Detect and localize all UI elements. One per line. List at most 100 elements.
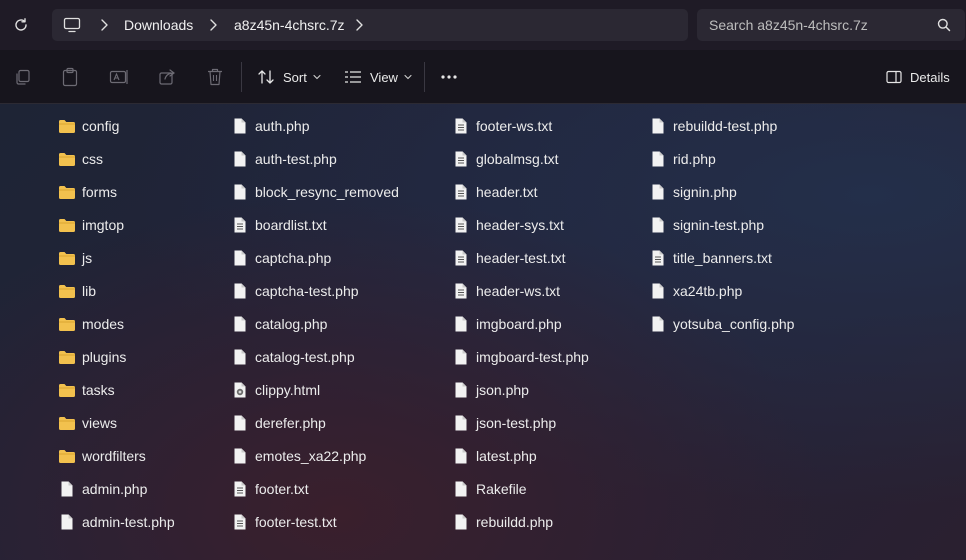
file-item[interactable]: Rakefile [452, 475, 527, 503]
file-item[interactable]: captcha-test.php [231, 277, 359, 305]
item-name: boardlist.txt [255, 217, 327, 233]
rename-button[interactable] [109, 66, 129, 88]
chevron-right-icon[interactable] [99, 18, 109, 32]
file-item[interactable]: header-sys.txt [452, 211, 564, 239]
folder-item[interactable]: modes [58, 310, 124, 338]
folder-item[interactable]: views [58, 409, 117, 437]
share-button[interactable] [158, 66, 176, 88]
navigation-bar: Downloads a8z45n-4chsrc.7z [0, 0, 966, 50]
text-file-icon [231, 480, 249, 498]
file-icon [649, 117, 667, 135]
file-item[interactable]: footer.txt [231, 475, 309, 503]
folder-item[interactable]: wordfilters [58, 442, 146, 470]
chevron-right-icon[interactable] [354, 18, 364, 32]
this-pc-icon[interactable] [63, 16, 81, 34]
file-icon [231, 150, 249, 168]
file-item[interactable]: admin-test.php [58, 508, 175, 536]
file-item[interactable]: captcha.php [231, 244, 331, 272]
item-name: json.php [476, 382, 529, 398]
file-icon [58, 513, 76, 531]
text-file-icon [452, 117, 470, 135]
file-item[interactable]: footer-ws.txt [452, 112, 552, 140]
file-item[interactable]: catalog-test.php [231, 343, 355, 371]
file-item[interactable]: emotes_xa22.php [231, 442, 366, 470]
folder-item[interactable]: forms [58, 178, 117, 206]
file-item[interactable]: rebuildd.php [452, 508, 553, 536]
sort-button[interactable]: Sort [257, 66, 321, 88]
refresh-button[interactable] [10, 14, 32, 36]
address-bar[interactable]: Downloads a8z45n-4chsrc.7z [52, 9, 688, 41]
file-item[interactable]: rid.php [649, 145, 716, 173]
view-button[interactable]: View [344, 66, 412, 88]
file-item[interactable]: rebuildd-test.php [649, 112, 777, 140]
item-name: globalmsg.txt [476, 151, 559, 167]
file-item[interactable]: imgboard-test.php [452, 343, 589, 371]
item-name: captcha.php [255, 250, 332, 266]
file-item[interactable]: imgboard.php [452, 310, 562, 338]
copy-button[interactable] [14, 66, 32, 88]
search-input[interactable] [709, 15, 924, 35]
file-item[interactable]: title_banners.txt [649, 244, 772, 272]
item-name: css [82, 151, 103, 167]
file-icon [649, 183, 667, 201]
folder-icon [58, 381, 76, 399]
file-item[interactable]: auth.php [231, 112, 310, 140]
folder-icon [58, 249, 76, 267]
file-item[interactable]: footer-test.txt [231, 508, 337, 536]
file-item[interactable]: yotsuba_config.php [649, 310, 794, 338]
folder-item[interactable]: imgtop [58, 211, 124, 239]
more-options-button[interactable] [440, 66, 458, 88]
breadcrumb-downloads[interactable]: Downloads [124, 17, 193, 33]
item-name: imgboard-test.php [476, 349, 589, 365]
file-item[interactable]: derefer.php [231, 409, 326, 437]
file-icon [649, 282, 667, 300]
trash-icon [208, 68, 222, 86]
file-item[interactable]: json.php [452, 376, 529, 404]
file-item[interactable]: signin-test.php [649, 211, 764, 239]
file-item[interactable]: auth-test.php [231, 145, 337, 173]
file-item[interactable]: header-ws.txt [452, 277, 560, 305]
file-item[interactable]: signin.php [649, 178, 737, 206]
web-file-icon [231, 381, 249, 399]
file-item[interactable]: admin.php [58, 475, 147, 503]
file-icon [649, 150, 667, 168]
search-icon[interactable] [937, 18, 951, 32]
file-item[interactable]: json-test.php [452, 409, 556, 437]
breadcrumb-archive[interactable]: a8z45n-4chsrc.7z [234, 17, 345, 33]
share-icon [159, 69, 175, 85]
file-icon [649, 315, 667, 333]
item-name: footer-test.txt [255, 514, 337, 530]
item-name: wordfilters [82, 448, 146, 464]
folder-icon [58, 117, 76, 135]
item-name: emotes_xa22.php [255, 448, 367, 464]
item-name: title_banners.txt [673, 250, 772, 266]
file-item[interactable]: clippy.html [231, 376, 320, 404]
details-label: Details [910, 69, 950, 85]
chevron-right-icon[interactable] [208, 18, 218, 32]
folder-item[interactable]: js [58, 244, 92, 272]
folder-item[interactable]: tasks [58, 376, 115, 404]
folder-item[interactable]: lib [58, 277, 96, 305]
delete-button[interactable] [206, 66, 224, 88]
item-name: block_resync_removed [255, 184, 399, 200]
file-item[interactable]: xa24tb.php [649, 277, 742, 305]
search-box[interactable] [697, 9, 965, 41]
folder-item[interactable]: config [58, 112, 119, 140]
refresh-icon [15, 18, 27, 31]
file-item[interactable]: boardlist.txt [231, 211, 327, 239]
item-name: clippy.html [255, 382, 321, 398]
file-item[interactable]: catalog.php [231, 310, 327, 338]
file-item[interactable]: latest.php [452, 442, 537, 470]
item-name: catalog-test.php [255, 349, 355, 365]
item-name: catalog.php [255, 316, 328, 332]
file-item[interactable]: header-test.txt [452, 244, 566, 272]
folder-item[interactable]: css [58, 145, 103, 173]
file-item[interactable]: header.txt [452, 178, 538, 206]
details-button[interactable]: Details [886, 66, 950, 88]
file-item[interactable]: globalmsg.txt [452, 145, 558, 173]
file-item[interactable]: block_resync_removed [231, 178, 399, 206]
folder-item[interactable]: plugins [58, 343, 126, 371]
paste-button[interactable] [61, 66, 79, 88]
text-file-icon [231, 513, 249, 531]
folder-icon [58, 447, 76, 465]
